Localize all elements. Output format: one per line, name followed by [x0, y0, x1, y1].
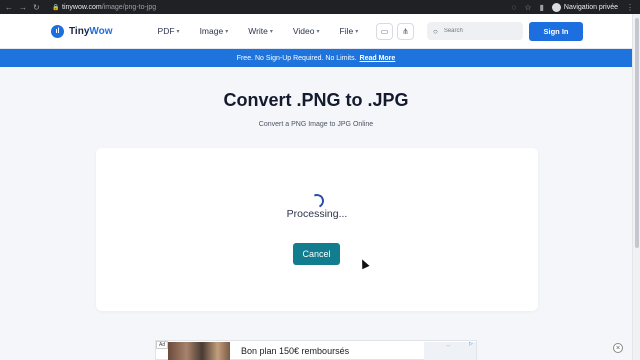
chevron-down-icon: ▾: [176, 28, 180, 35]
ad-side-logo: ◦◦◦: [446, 343, 451, 348]
logo-icon: ıl: [51, 24, 64, 38]
scrollbar-thumb[interactable]: [635, 18, 639, 248]
chevron-down-icon: ▾: [316, 28, 320, 35]
page-title: Convert .PNG to .JPG: [223, 90, 409, 110]
menu-file[interactable]: File ▾: [340, 26, 359, 36]
forward-icon[interactable]: →: [19, 3, 27, 12]
address-bar[interactable]: 🔒 tinywow.com/image/png-to-jpg: [52, 3, 512, 12]
eye-off-icon[interactable]: ◌: [512, 3, 517, 12]
sign-in-button[interactable]: Sign In: [529, 21, 583, 41]
chevron-down-icon: ▾: [269, 28, 273, 35]
private-label: Navigation privée: [563, 3, 618, 11]
ad-info-icon[interactable]: ▷: [469, 341, 473, 347]
header-tools: ▭ ⋔: [376, 22, 414, 40]
back-icon[interactable]: ←: [5, 3, 13, 12]
private-mode-badge[interactable]: Navigation privée: [551, 2, 618, 12]
menu-write[interactable]: Write ▾: [248, 26, 273, 36]
menu-pdf[interactable]: PDF ▾: [158, 26, 180, 36]
url-host: tinywow.com: [62, 3, 102, 11]
converter-card: Processing... Cancel: [96, 148, 538, 311]
more-menu-icon[interactable]: ⋮: [626, 3, 634, 12]
search-input[interactable]: [443, 28, 514, 34]
menu-image[interactable]: Image ▾: [200, 26, 229, 36]
main-menu: PDF ▾ Image ▾ Write ▾ Video ▾ File ▾: [158, 26, 379, 36]
incognito-icon: [551, 2, 561, 12]
search-box[interactable]: ○: [427, 22, 523, 40]
ad-image[interactable]: [168, 342, 230, 360]
browser-actions: ◌ ☆ ▮ Navigation privée ⋮: [512, 2, 640, 12]
search-icon: ○: [433, 26, 438, 36]
browser-nav: ← → ↻: [0, 3, 52, 12]
url-path: /image/png-to-jpg: [101, 3, 157, 11]
processing-status: Processing...: [286, 208, 348, 220]
reload-icon[interactable]: ↻: [33, 3, 40, 12]
share-icon[interactable]: ⋔: [397, 22, 414, 40]
sidebar-icon[interactable]: ▮: [540, 3, 544, 12]
chevron-down-icon: ▾: [225, 28, 229, 35]
read-more-link[interactable]: Read More: [360, 55, 396, 62]
star-icon[interactable]: ☆: [524, 3, 531, 12]
banner-text: Free. No Sign-Up Required. No Limits.: [236, 54, 357, 62]
scrollbar[interactable]: [632, 14, 640, 360]
logo-text: TinyWow: [69, 25, 113, 37]
close-ad-icon[interactable]: ×: [613, 343, 623, 353]
lock-icon: 🔒: [52, 5, 60, 11]
browser-toolbar: ← → ↻ 🔒 tinywow.com/image/png-to-jpg ◌ ☆…: [0, 0, 640, 14]
cancel-button[interactable]: Cancel: [293, 243, 340, 265]
page-subtitle: Convert a PNG Image to JPG Online: [258, 121, 374, 128]
logo[interactable]: ıl TinyWow: [51, 24, 113, 38]
chevron-down-icon: ▾: [355, 28, 359, 35]
menu-video[interactable]: Video ▾: [293, 26, 320, 36]
ad-tag: Ad: [156, 341, 169, 349]
ad-text[interactable]: Bon plan 150€ remboursés: [241, 346, 349, 356]
ad-banner[interactable]: Ad Bon plan 150€ remboursés ◦◦◦ ▷: [155, 340, 477, 360]
promo-banner: Free. No Sign-Up Required. No Limits. Re…: [0, 49, 632, 67]
folder-icon[interactable]: ▭: [376, 22, 393, 40]
site-header: ıl TinyWow PDF ▾ Image ▾ Write ▾ Video ▾ Fil…: [0, 14, 632, 49]
